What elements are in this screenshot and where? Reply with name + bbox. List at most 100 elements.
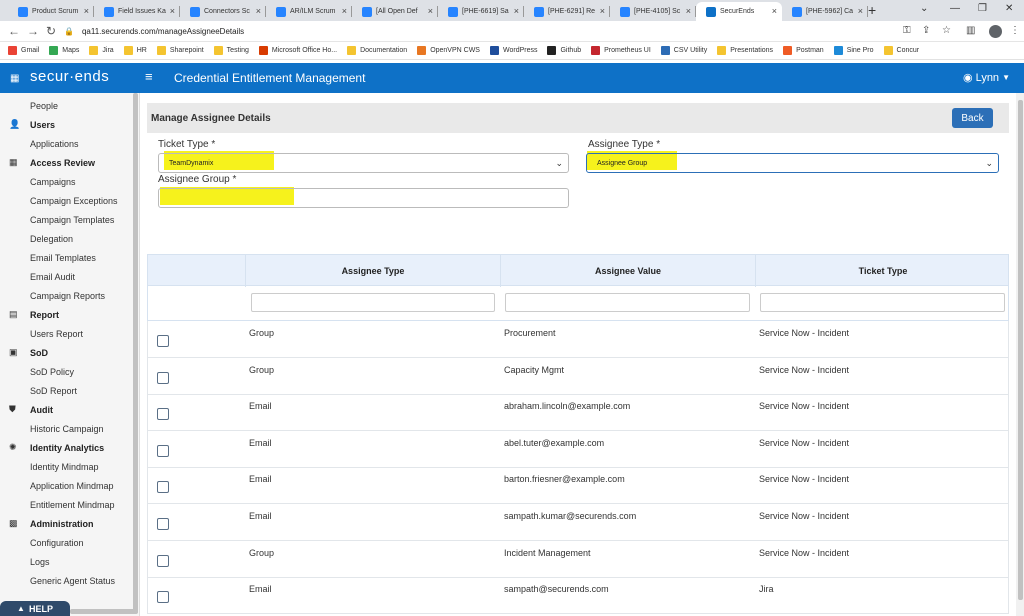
bookmark-item[interactable]: Sine Pro <box>833 46 874 55</box>
bookmark-item[interactable]: Prometheus UI <box>591 46 651 55</box>
bookmark-item[interactable]: OpenVPN CWS <box>417 46 480 55</box>
close-tab-icon[interactable]: × <box>514 6 519 16</box>
sidebar-item-generic-agent-status[interactable]: Generic Agent Status <box>30 576 115 586</box>
browser-tab[interactable]: [PHE-4105] Sc × <box>610 2 696 21</box>
close-tab-icon[interactable]: × <box>342 6 347 16</box>
close-window-icon[interactable]: ✕ <box>1005 3 1013 14</box>
close-tab-icon[interactable]: × <box>772 6 777 16</box>
side-panel-icon[interactable]: ▥ <box>966 25 975 36</box>
securends-logo[interactable]: secur·ends <box>30 68 109 85</box>
browser-tab[interactable]: Product Scrum × <box>8 2 94 21</box>
row-checkbox[interactable] <box>157 518 169 530</box>
assignee-group-input[interactable] <box>158 188 569 208</box>
browser-tab[interactable]: SecurEnds × <box>696 2 782 21</box>
sidebar-item-report[interactable]: Report <box>30 310 59 320</box>
row-checkbox[interactable] <box>157 481 169 494</box>
sidebar-item-sod[interactable]: SoD <box>30 348 48 358</box>
bookmark-item[interactable]: Maps <box>49 46 79 55</box>
row-checkbox[interactable] <box>157 554 169 567</box>
sidebar-scrollbar[interactable] <box>133 93 138 613</box>
sidebar-item-historic-campaign[interactable]: Historic Campaign <box>30 424 104 434</box>
reload-icon[interactable]: ↻ <box>46 24 56 38</box>
profile-avatar[interactable] <box>989 25 1002 38</box>
back-button[interactable]: Back <box>952 108 993 128</box>
sidebar-item-delegation[interactable]: Delegation <box>30 234 73 244</box>
close-tab-icon[interactable]: × <box>428 6 433 16</box>
bookmark-item[interactable]: HR <box>123 46 147 55</box>
bookmark-item[interactable]: Documentation <box>347 46 407 55</box>
sidebar-item-identity-mindmap[interactable]: Identity Mindmap <box>30 462 99 472</box>
star-icon[interactable]: ☆ <box>942 25 951 36</box>
back-arrow-icon[interactable]: ← <box>8 24 20 38</box>
sidebar-item-email-templates[interactable]: Email Templates <box>30 253 96 263</box>
close-tab-icon[interactable]: × <box>170 6 175 16</box>
sidebar-item-sod-policy[interactable]: SoD Policy <box>30 367 74 377</box>
page-scrollbar-thumb[interactable] <box>1018 100 1023 600</box>
browser-tab[interactable]: [PHE-5962] Ca × <box>782 2 868 21</box>
bookmark-item[interactable]: Github <box>547 46 581 55</box>
filter-ticket-type-input[interactable] <box>760 293 1005 312</box>
row-checkbox[interactable] <box>157 444 169 457</box>
close-tab-icon[interactable]: × <box>84 6 89 16</box>
forward-arrow-icon[interactable]: → <box>27 24 39 38</box>
sidebar-item-people[interactable]: People <box>30 101 58 111</box>
browser-tab[interactable]: AR/ILM Scrum × <box>266 2 352 21</box>
row-checkbox[interactable] <box>157 371 169 384</box>
bookmark-item[interactable]: Testing <box>213 46 249 55</box>
assignee-type-select[interactable]: Assignee Group ⌄ <box>586 153 999 173</box>
bookmark-item[interactable]: Gmail <box>8 46 39 55</box>
restore-icon[interactable]: ❐ <box>978 3 987 14</box>
filter-assignee-value-input[interactable] <box>505 293 750 312</box>
sidebar-item-applications[interactable]: Applications <box>30 139 79 149</box>
row-checkbox[interactable] <box>157 408 169 421</box>
horizontal-scrollbar[interactable] <box>70 609 138 614</box>
column-header-ticket-type[interactable]: Ticket Type <box>756 266 1010 276</box>
browser-tab[interactable]: [PHE-6291] Re × <box>524 2 610 21</box>
sidebar-item-campaign-exceptions[interactable]: Campaign Exceptions <box>30 196 118 206</box>
sidebar-item-access-review[interactable]: Access Review <box>30 158 95 168</box>
user-menu[interactable]: ◉ Lynn ▼ <box>963 71 1010 85</box>
sidebar-item-users-report[interactable]: Users Report <box>30 329 83 339</box>
sidebar-item-logs[interactable]: Logs <box>30 557 50 567</box>
bookmark-item[interactable]: Concur <box>883 46 919 55</box>
ticket-type-select[interactable]: TeamDynamix ⌄ <box>158 153 569 173</box>
row-checkbox[interactable] <box>157 591 169 604</box>
sidebar-item-identity-analytics[interactable]: Identity Analytics <box>30 443 104 453</box>
sidebar-item-campaign-templates[interactable]: Campaign Templates <box>30 215 114 225</box>
browser-tab[interactable]: Field Issues Ka × <box>94 2 180 21</box>
bookmark-item[interactable]: CSV Utility <box>660 46 707 55</box>
close-tab-icon[interactable]: × <box>256 6 261 16</box>
sidebar-item-campaign-reports[interactable]: Campaign Reports <box>30 291 105 301</box>
sidebar-item-campaigns[interactable]: Campaigns <box>30 177 76 187</box>
sidebar-item-entitlement-mindmap[interactable]: Entitlement Mindmap <box>30 500 115 510</box>
bookmark-item[interactable]: Microsoft Office Ho... <box>258 46 337 55</box>
close-tab-icon[interactable]: × <box>686 6 691 16</box>
share-icon[interactable]: ⇪ <box>922 25 930 36</box>
url-input[interactable]: 🔒 qa11.securends.com/manageAssigneeDetai… <box>64 23 894 40</box>
column-header-assignee-value[interactable]: Assignee Value <box>501 266 755 276</box>
close-tab-icon[interactable]: × <box>858 6 863 16</box>
minimize-icon[interactable]: — <box>950 3 960 14</box>
help-button[interactable]: ▲ HELP <box>0 601 70 616</box>
bookmark-item[interactable]: WordPress <box>489 46 537 55</box>
apps-grid-icon[interactable]: ▦ <box>10 73 19 84</box>
sidebar-item-configuration[interactable]: Configuration <box>30 538 84 548</box>
bookmark-item[interactable]: Presentations <box>717 46 773 55</box>
browser-menu-icon[interactable]: ⋮ <box>1010 25 1020 36</box>
window-expand-icon[interactable]: ⌄ <box>920 3 928 14</box>
bookmark-item[interactable]: Sharepoint <box>156 46 204 55</box>
browser-tab[interactable]: [All Open Def × <box>352 2 438 21</box>
sidebar-item-application-mindmap[interactable]: Application Mindmap <box>30 481 114 491</box>
new-tab-button[interactable]: + <box>868 2 876 18</box>
browser-tab[interactable]: Connectors Sc × <box>180 2 266 21</box>
sidebar-item-sod-report[interactable]: SoD Report <box>30 386 77 396</box>
browser-tab[interactable]: [PHE-6619] Sa × <box>438 2 524 21</box>
sidebar-item-administration[interactable]: Administration <box>30 519 94 529</box>
sidebar-item-users[interactable]: Users <box>30 120 55 130</box>
sidebar-item-audit[interactable]: Audit <box>30 405 53 415</box>
key-icon[interactable]: ⚿ <box>903 25 911 36</box>
bookmark-item[interactable]: Jira <box>89 46 114 55</box>
close-tab-icon[interactable]: × <box>600 6 605 16</box>
sidebar-item-email-audit[interactable]: Email Audit <box>30 272 75 282</box>
hamburger-menu-icon[interactable]: ≡ <box>145 69 153 84</box>
